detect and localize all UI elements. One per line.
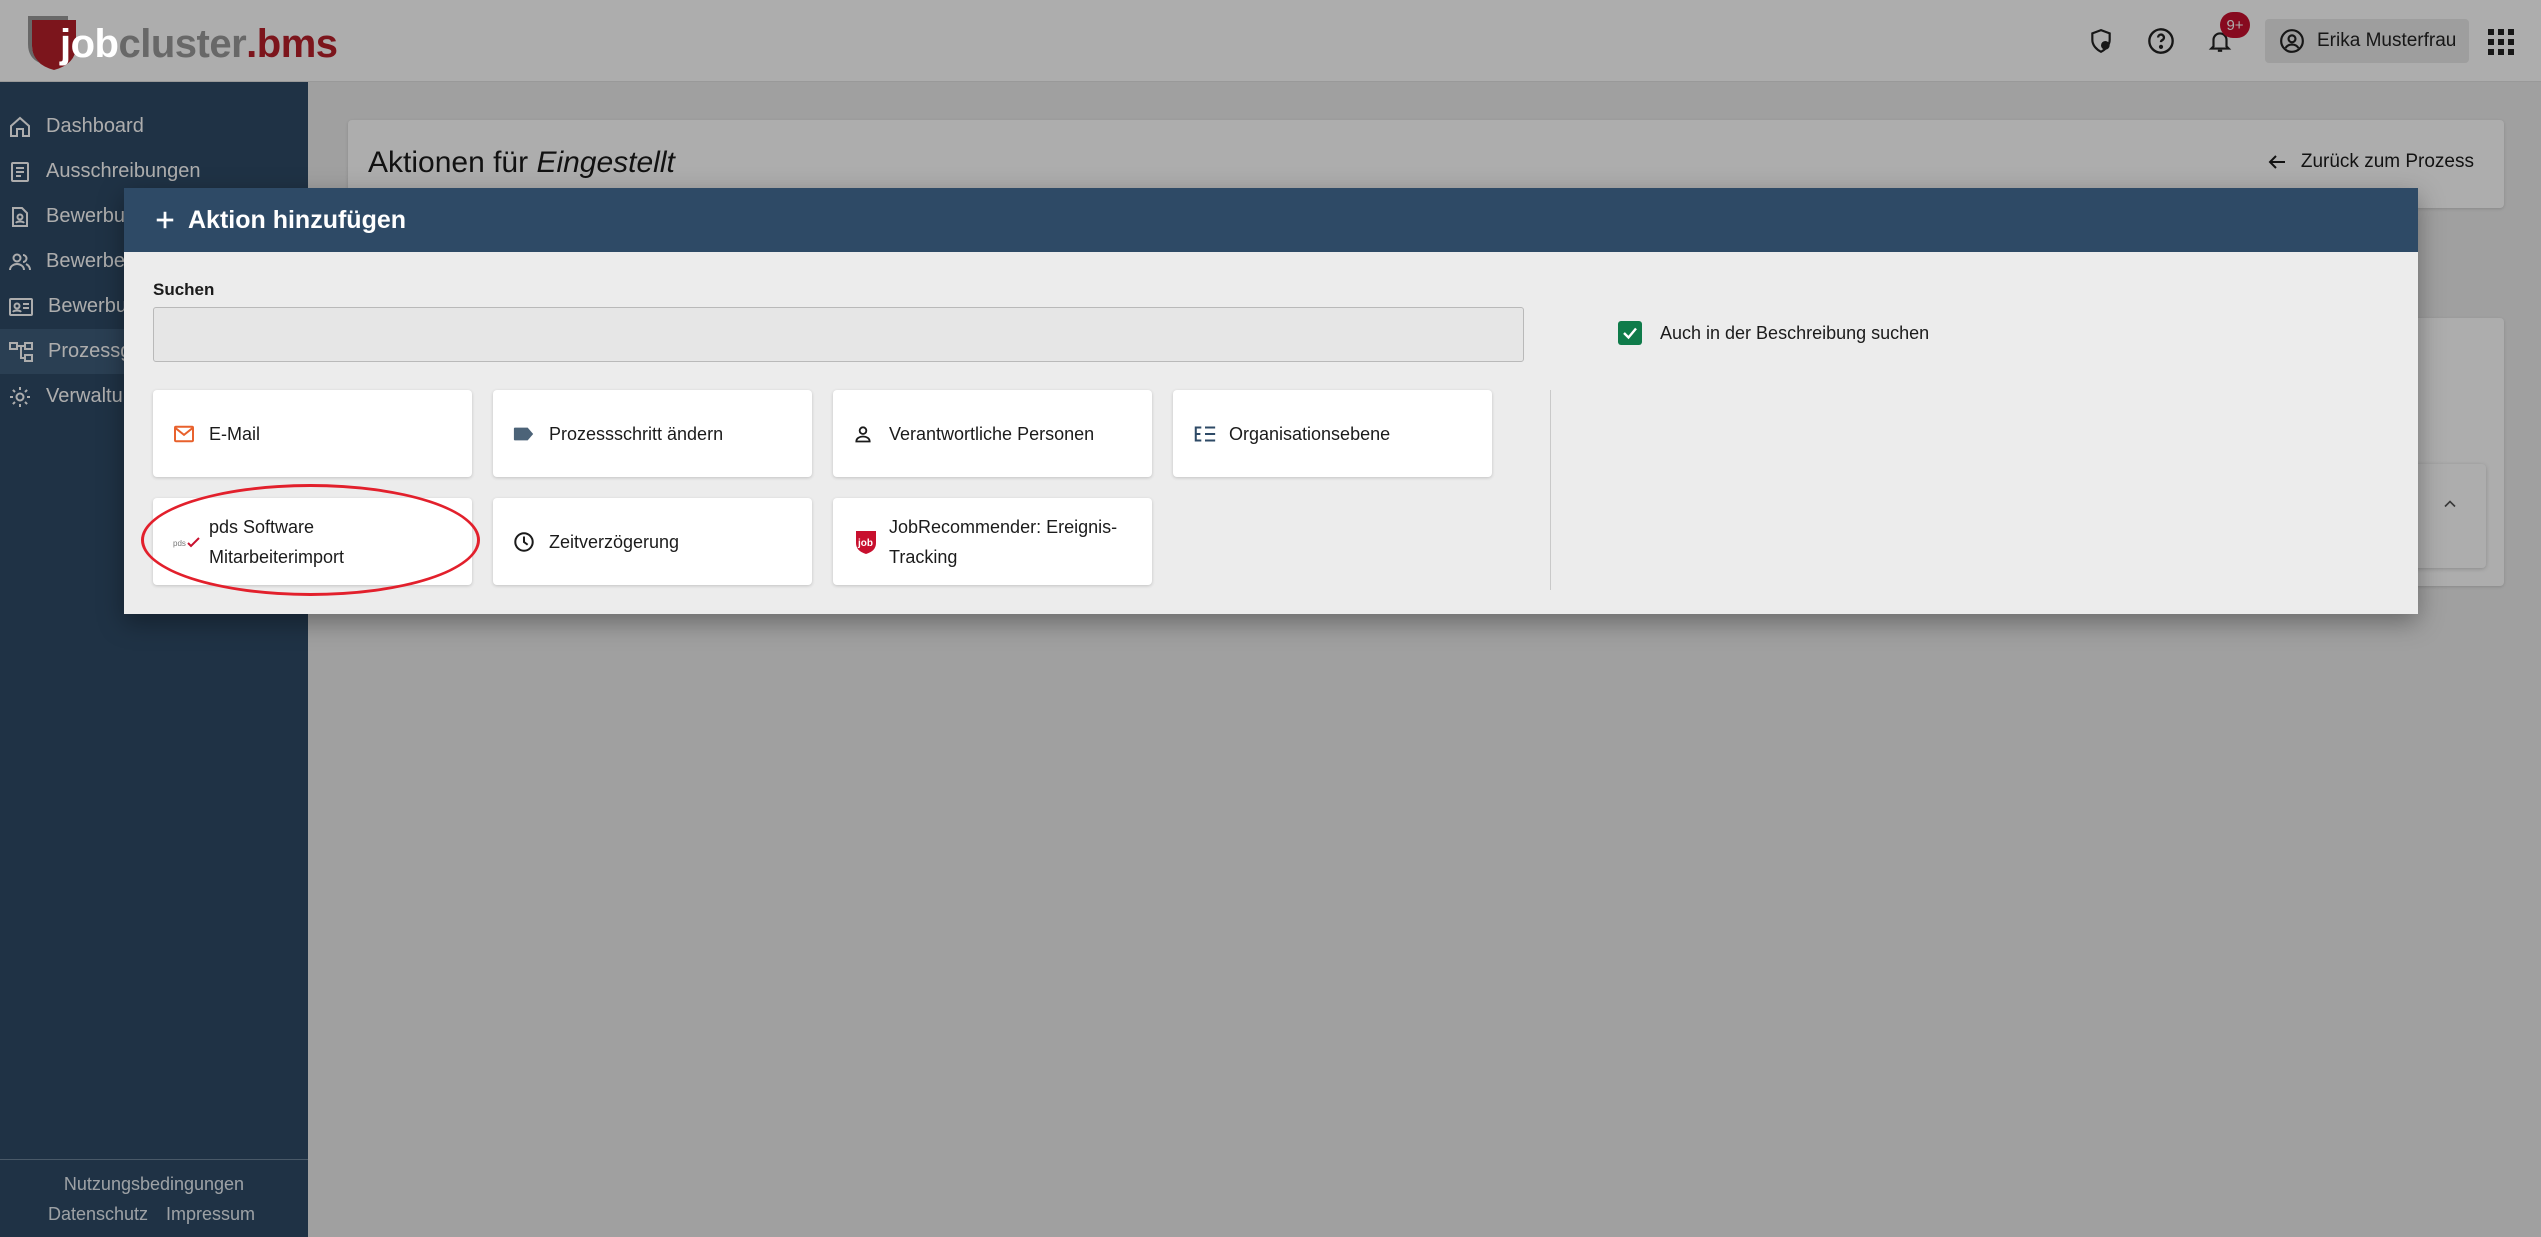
label-tag-icon [513, 426, 543, 442]
action-jobrecommender-tracking[interactable]: job JobRecommender: Ereignis-Tracking [833, 498, 1152, 585]
search-input[interactable] [153, 307, 1524, 362]
person-icon [853, 424, 883, 444]
dialog-divider [1550, 390, 1551, 590]
action-change-process-step[interactable]: Prozessschritt ändern [493, 390, 812, 477]
modal-backdrop[interactable] [0, 0, 2541, 1237]
highlight-annotation [141, 484, 480, 596]
action-time-delay[interactable]: Zeitverzögerung [493, 498, 812, 585]
action-label: JobRecommender: Ereignis-Tracking [889, 516, 1118, 567]
action-label: Verantwortliche Personen [889, 423, 1095, 444]
action-organization-level[interactable]: Organisationsebene [1173, 390, 1492, 477]
mail-icon [173, 425, 203, 443]
dialog-title: Aktion hinzufügen [188, 205, 407, 234]
dialog-header: Aktion hinzufügen [124, 188, 2418, 252]
search-label: Suchen [153, 280, 215, 299]
action-label: Zeitverzögerung [549, 531, 680, 552]
clock-icon [513, 531, 543, 553]
action-responsible-persons[interactable]: Verantwortliche Personen [833, 390, 1152, 477]
action-label: Prozessschritt ändern [549, 423, 724, 444]
logo-text-job: job [60, 21, 119, 66]
plus-icon [156, 211, 174, 229]
check-icon [1623, 327, 1637, 340]
action-label: Organisationsebene [1229, 423, 1391, 444]
action-email[interactable]: E-Mail [153, 390, 472, 477]
search-description-label: Auch in der Beschreibung suchen [1660, 323, 1930, 343]
jobcluster-logo-icon: job [853, 529, 883, 555]
action-label: E-Mail [209, 423, 261, 444]
search-description-checkbox[interactable] [1618, 321, 1642, 345]
hierarchy-list-icon [1193, 425, 1223, 443]
svg-text:job: job [857, 538, 873, 549]
